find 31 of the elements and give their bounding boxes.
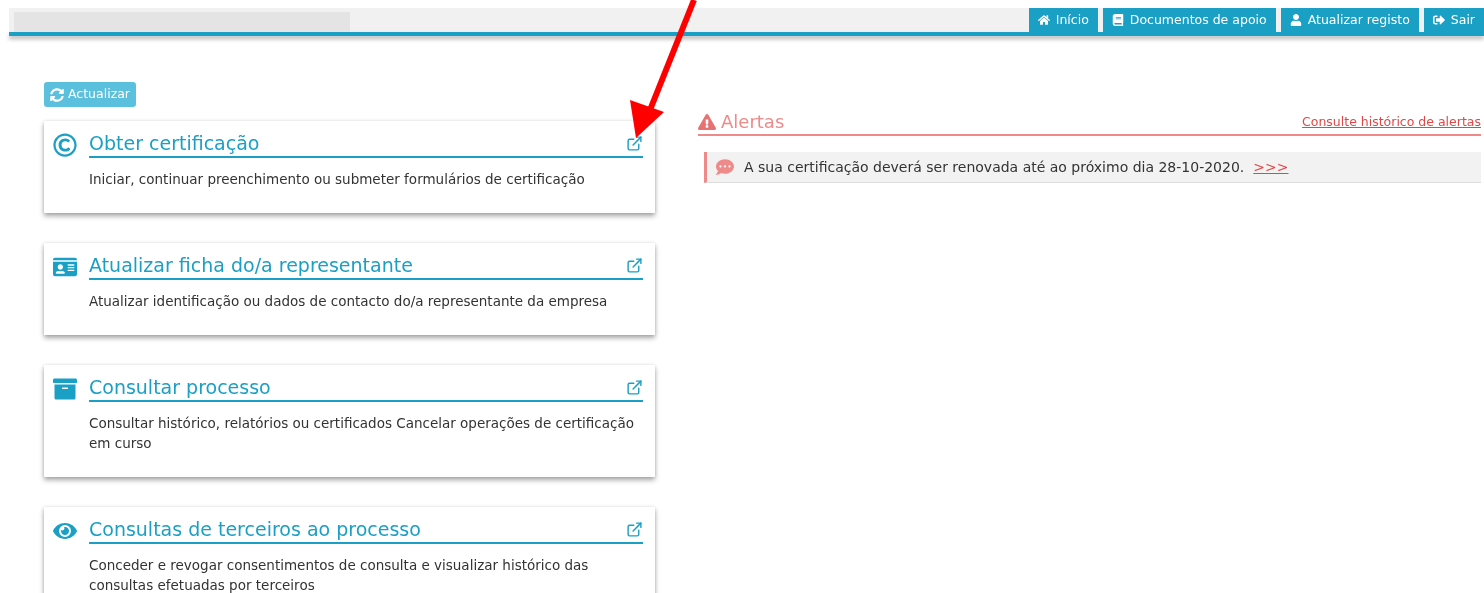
external-link-icon[interactable] xyxy=(626,135,643,152)
alert-history-link[interactable]: Consulte histórico de alertas xyxy=(1302,113,1481,132)
id-card-icon xyxy=(52,255,77,279)
archive-box-icon xyxy=(52,377,77,401)
home-icon xyxy=(1037,14,1050,26)
speech-bubble-icon xyxy=(715,158,735,176)
external-link-icon[interactable] xyxy=(626,379,643,396)
card-description: Conceder e revogar consentimentos de consulta e visualizar histórico das consultas efetuadas por terceiros xyxy=(89,556,590,593)
alerts-heading: Alertas xyxy=(721,110,785,134)
external-link-icon[interactable] xyxy=(626,521,643,538)
alert-message: A sua certificação deverá ser renovada até ao próximo dia 28-10-2020. xyxy=(744,157,1245,177)
alert-link[interactable]: >>> xyxy=(1253,156,1289,178)
user-icon xyxy=(1289,14,1302,26)
refresh-button[interactable]: Actualizar xyxy=(44,82,136,107)
warning-icon xyxy=(698,113,716,131)
refresh-icon xyxy=(50,87,64,102)
card-title-link[interactable]: Consultas de terceiros ao processo xyxy=(89,517,421,541)
card-title-link[interactable]: Obter certificação xyxy=(89,131,260,155)
card-title-link[interactable]: Atualizar ficha do/a representante xyxy=(89,253,413,277)
card-description: Iniciar, continuar preenchimento ou submeter formulários de certificação xyxy=(89,170,586,189)
nav-button[interactable]: Documentos de apoio xyxy=(1102,8,1276,32)
card-description: Atualizar identificação ou dados de contacto do/a representante da empresa xyxy=(89,292,609,311)
nav-button[interactable]: Atualizar registo xyxy=(1280,8,1419,32)
card-title-link[interactable]: Consultar processo xyxy=(89,375,271,399)
sign-out-icon xyxy=(1432,14,1445,26)
book-icon xyxy=(1111,14,1124,26)
nav-button[interactable]: Sair xyxy=(1423,8,1484,32)
nav-button[interactable]: Início xyxy=(1028,8,1098,32)
copyright-icon xyxy=(52,133,77,157)
card-description: Consultar histórico, relatórios ou certificados Cancelar operações de certificação em curso xyxy=(89,414,635,453)
external-link-icon[interactable] xyxy=(626,257,643,274)
